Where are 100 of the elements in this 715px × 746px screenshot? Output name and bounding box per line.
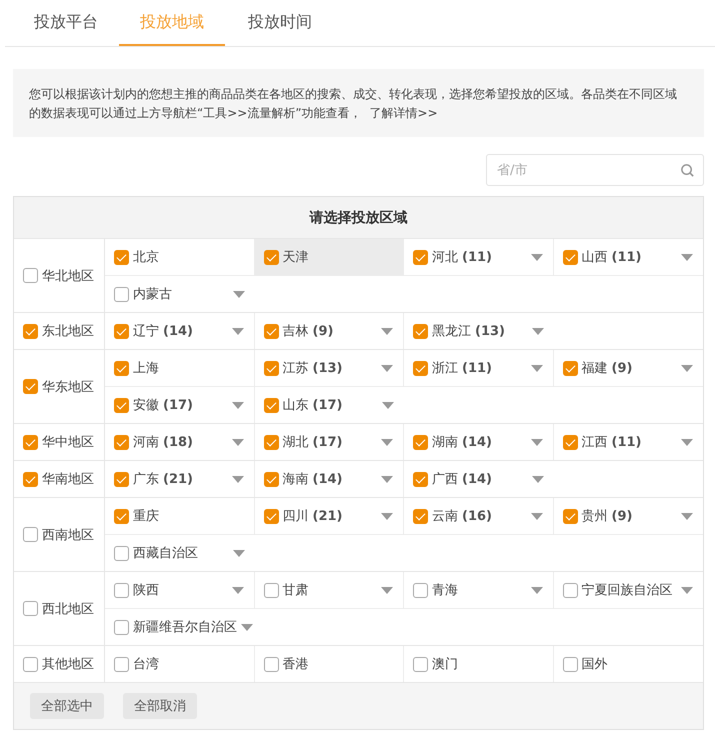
caret-icon[interactable] — [532, 476, 544, 482]
province-cell[interactable]: 澳门 — [404, 646, 554, 682]
checkbox[interactable] — [562, 360, 578, 376]
province-cell[interactable]: 西藏自治区 — [105, 535, 254, 571]
checkbox[interactable] — [413, 360, 428, 376]
province-cell[interactable]: 河北 (11) — [404, 239, 554, 275]
checkbox[interactable] — [264, 324, 278, 338]
caret-icon[interactable] — [530, 438, 542, 446]
province-cell[interactable]: 山西 (11) — [554, 239, 703, 275]
province-cell[interactable]: 云南 (16) — [404, 498, 554, 534]
caret-icon[interactable] — [530, 586, 542, 594]
caret-icon[interactable] — [241, 624, 253, 630]
tab[interactable]: 投放时间 — [227, 0, 333, 46]
caret-icon[interactable] — [381, 438, 393, 446]
checkbox[interactable] — [264, 398, 278, 412]
caret-icon[interactable] — [232, 476, 244, 482]
caret-icon[interactable] — [530, 364, 542, 372]
checkbox[interactable] — [413, 582, 428, 598]
province-cell[interactable]: 贵州 (9) — [554, 498, 703, 534]
checkbox[interactable] — [413, 472, 428, 486]
province-cell[interactable]: 新疆维吾尔自治区 — [105, 609, 263, 645]
checkbox[interactable] — [562, 656, 578, 672]
province-cell[interactable]: 内蒙古 — [105, 276, 254, 312]
caret-icon[interactable] — [232, 586, 244, 594]
province-cell[interactable]: 四川 (21) — [254, 498, 404, 534]
checkbox[interactable] — [23, 379, 38, 394]
checkbox[interactable] — [23, 324, 38, 338]
province-cell[interactable]: 湖南 (14) — [404, 424, 554, 460]
checkbox[interactable] — [114, 286, 129, 302]
checkbox[interactable] — [114, 324, 129, 338]
checkbox[interactable] — [114, 656, 129, 672]
province-cell[interactable]: 浙江 (11) — [404, 350, 554, 386]
province-cell[interactable]: 陕西 — [105, 572, 254, 608]
checkbox[interactable] — [23, 268, 38, 283]
caret-icon[interactable] — [681, 586, 693, 594]
search-field[interactable]: 省/市 — [486, 154, 704, 186]
caret-icon[interactable] — [381, 476, 393, 482]
checkbox[interactable] — [114, 250, 129, 264]
checkbox[interactable] — [114, 472, 129, 486]
footer-button[interactable]: 全部取消 — [123, 693, 197, 719]
caret-icon[interactable] — [681, 254, 693, 260]
province-cell[interactable]: 香港 — [254, 646, 404, 682]
province-cell[interactable]: 河南 (18) — [105, 424, 254, 460]
checkbox[interactable] — [413, 508, 428, 524]
checkbox[interactable] — [23, 601, 38, 616]
province-cell[interactable]: 上海 — [105, 350, 254, 386]
province-cell[interactable]: 重庆 — [105, 498, 254, 534]
checkbox[interactable] — [264, 508, 278, 524]
checkbox[interactable] — [114, 546, 129, 560]
province-cell[interactable]: 吉林 (9) — [254, 313, 404, 349]
caret-icon[interactable] — [681, 438, 693, 446]
checkbox[interactable] — [23, 656, 38, 672]
checkbox[interactable] — [562, 250, 578, 264]
checkbox[interactable] — [264, 434, 278, 450]
checkbox[interactable] — [264, 582, 278, 598]
caret-icon[interactable] — [530, 512, 542, 520]
province-cell[interactable]: 湖北 (17) — [254, 424, 404, 460]
checkbox[interactable] — [23, 434, 38, 450]
search-icon[interactable] — [680, 163, 695, 178]
province-cell[interactable]: 北京 — [105, 239, 254, 275]
checkbox[interactable] — [413, 324, 428, 338]
province-cell[interactable]: 黑龙江 (13) — [404, 313, 554, 349]
checkbox[interactable] — [413, 434, 428, 450]
checkbox[interactable] — [114, 582, 129, 598]
checkbox[interactable] — [114, 434, 129, 450]
checkbox[interactable] — [562, 508, 578, 524]
province-cell[interactable]: 台湾 — [105, 646, 254, 682]
province-cell[interactable]: 宁夏回族自治区 — [554, 572, 703, 608]
caret-icon[interactable] — [681, 512, 693, 520]
caret-icon[interactable] — [381, 328, 393, 334]
checkbox[interactable] — [413, 250, 428, 264]
caret-icon[interactable] — [381, 364, 393, 372]
details-link[interactable]: 了解详情>> — [370, 106, 438, 120]
checkbox[interactable] — [264, 656, 278, 672]
caret-icon[interactable] — [381, 512, 393, 520]
checkbox[interactable] — [264, 360, 278, 376]
caret-icon[interactable] — [232, 290, 244, 298]
checkbox[interactable] — [23, 527, 38, 542]
province-cell[interactable]: 安徽 (17) — [105, 387, 254, 423]
province-cell[interactable]: 福建 (9) — [554, 350, 703, 386]
province-cell[interactable]: 天津 — [254, 239, 404, 275]
province-cell[interactable]: 江苏 (13) — [254, 350, 404, 386]
checkbox[interactable] — [264, 472, 278, 486]
province-cell[interactable]: 辽宁 (14) — [105, 313, 254, 349]
caret-icon[interactable] — [232, 328, 244, 334]
caret-icon[interactable] — [681, 364, 693, 372]
checkbox[interactable] — [114, 620, 129, 634]
caret-icon[interactable] — [232, 402, 244, 408]
province-cell[interactable]: 甘肃 — [254, 572, 404, 608]
province-cell[interactable]: 江西 (11) — [554, 424, 703, 460]
caret-icon[interactable] — [232, 438, 244, 446]
caret-icon[interactable] — [232, 550, 244, 556]
checkbox[interactable] — [23, 472, 38, 486]
checkbox[interactable] — [114, 398, 129, 412]
province-cell[interactable]: 青海 — [404, 572, 554, 608]
checkbox[interactable] — [562, 434, 578, 450]
caret-icon[interactable] — [382, 402, 394, 408]
checkbox[interactable] — [114, 360, 129, 376]
province-cell[interactable]: 海南 (14) — [254, 461, 404, 497]
checkbox[interactable] — [264, 250, 278, 264]
